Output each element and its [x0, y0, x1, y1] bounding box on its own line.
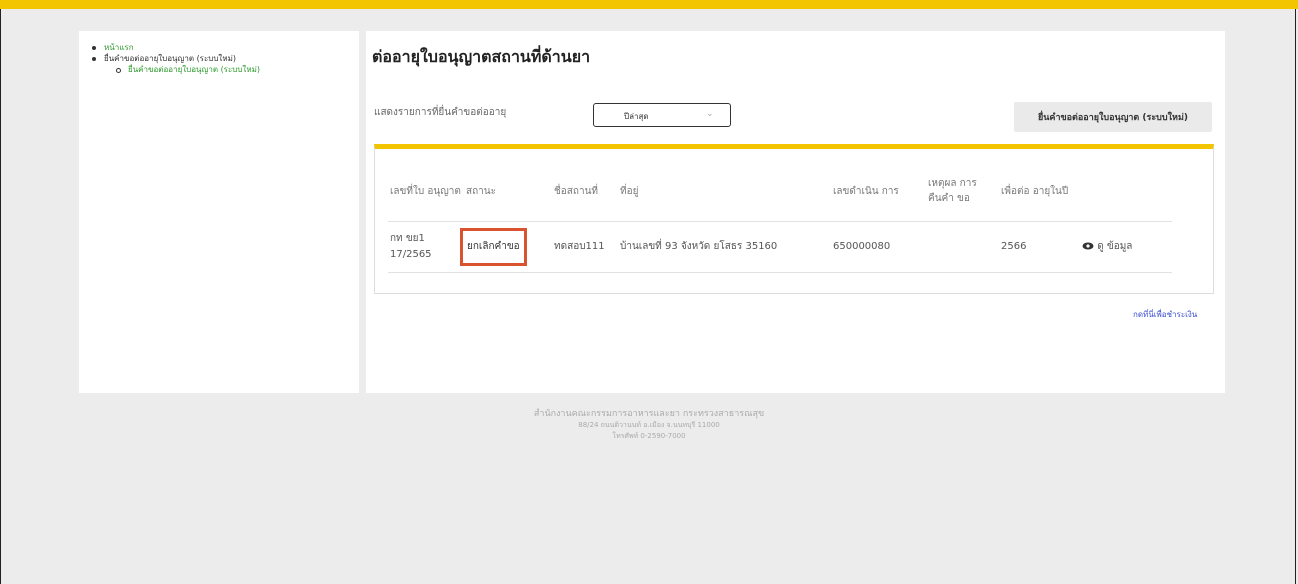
cell-process-no: 650000080 [831, 221, 926, 273]
year-filter-select[interactable]: ปีล่าสุด ⌄ [593, 103, 731, 127]
col-address: ที่อยู่ [618, 161, 831, 222]
sidebar-subitem-renewal[interactable]: ยื่นคำขอต่ออายุใบอนุญาต (ระบบใหม่) [116, 64, 359, 75]
main-content: ต่ออายุใบอนุญาตสถานที่ด้านยา แสดงรายการท… [366, 31, 1225, 393]
payment-link[interactable]: กดที่นี่เพื่อชำระเงิน [1133, 308, 1197, 321]
sidebar-item-label[interactable]: ยื่นคำขอต่ออายุใบอนุญาต (ระบบใหม่) [104, 54, 236, 63]
results-table-card: เลขที่ใบ อนุญาต สถานะ ชื่อสถานที่ ที่อยู… [374, 144, 1214, 294]
footer-org-name: สำนักงานคณะกรรมการอาหารและยา กระทรวงสาธา… [533, 409, 765, 419]
cell-place-name: ทดสอบ111 [552, 221, 618, 273]
cell-status: ยกเลิกคำขอ [460, 221, 552, 273]
table-row: กท ขย1 17/2565 ยกเลิกคำขอ ทดสอบ111 บ้านเ… [388, 221, 1172, 273]
sidebar: หน้าแรก ยื่นคำขอต่ออายุใบอนุญาต (ระบบใหม… [79, 31, 359, 393]
footer: สำนักงานคณะกรรมการอาหารและยา กระทรวงสาธา… [0, 408, 1298, 442]
sidebar-subnav: ยื่นคำขอต่ออายุใบอนุญาต (ระบบใหม่) [104, 64, 359, 75]
page-title: ต่ออายุใบอนุญาตสถานที่ด้านยา [372, 47, 591, 66]
sidebar-item-home[interactable]: หน้าแรก [92, 42, 359, 53]
cell-actions: ดู ข้อมูล [1080, 221, 1172, 273]
select-value: ปีล่าสุด [624, 112, 649, 121]
bullet-icon [92, 57, 96, 61]
chevron-down-icon: ⌄ [706, 109, 714, 119]
footer-phone: โทรศัพท์ 0-2590-7000 [612, 432, 686, 440]
table-header-row: เลขที่ใบ อนุญาต สถานะ ชื่อสถานที่ ที่อยู… [388, 161, 1172, 222]
cell-address: บ้านเลขที่ 93 จังหวัด ยโสธร 35160 [618, 221, 831, 273]
bullet-icon [92, 46, 96, 50]
col-status: สถานะ [464, 161, 552, 222]
cell-renew-year: 2566 [999, 221, 1080, 273]
sidebar-nav: หน้าแรก ยื่นคำขอต่ออายุใบอนุญาต (ระบบใหม… [79, 31, 359, 75]
view-details-label: ดู ข้อมูล [1097, 241, 1133, 252]
col-renew-year: เพื่อต่อ อายุในปี [999, 161, 1080, 222]
sidebar-item-label[interactable]: หน้าแรก [104, 43, 134, 52]
status-badge: ยกเลิกคำขอ [460, 228, 527, 266]
col-actions [1080, 161, 1172, 222]
col-place-name: ชื่อสถานที่ [552, 161, 618, 222]
results-table: เลขที่ใบ อนุญาต สถานะ ชื่อสถานที่ ที่อยู… [388, 161, 1172, 273]
sidebar-subitem-label[interactable]: ยื่นคำขอต่ออายุใบอนุญาต (ระบบใหม่) [128, 65, 260, 74]
eye-icon [1082, 242, 1094, 250]
sidebar-item-renewal[interactable]: ยื่นคำขอต่ออายุใบอนุญาต (ระบบใหม่) ยื่นค… [92, 53, 359, 75]
top-accent-bar [0, 0, 1298, 9]
footer-address: 88/24 ถนนติวานนท์ อ.เมือง จ.นนทบุรี 1100… [578, 421, 720, 429]
cell-return-reason [926, 221, 999, 273]
circle-bullet-icon [116, 68, 121, 73]
new-renewal-button[interactable]: ยื่นคำขอต่ออายุใบอนุญาต (ระบบใหม่) [1014, 102, 1212, 132]
filter-label: แสดงรายการที่ยื่นคำขอต่ออายุ [374, 107, 507, 118]
view-details-link[interactable]: ดู ข้อมูล [1082, 241, 1132, 252]
col-process-no: เลขดำเนิน การ [831, 161, 926, 222]
col-return-reason: เหตุผล การคืนคำ ขอ [926, 161, 999, 222]
col-license-no: เลขที่ใบ อนุญาต [388, 161, 464, 222]
cell-license-no: กท ขย1 17/2565 [388, 221, 464, 273]
